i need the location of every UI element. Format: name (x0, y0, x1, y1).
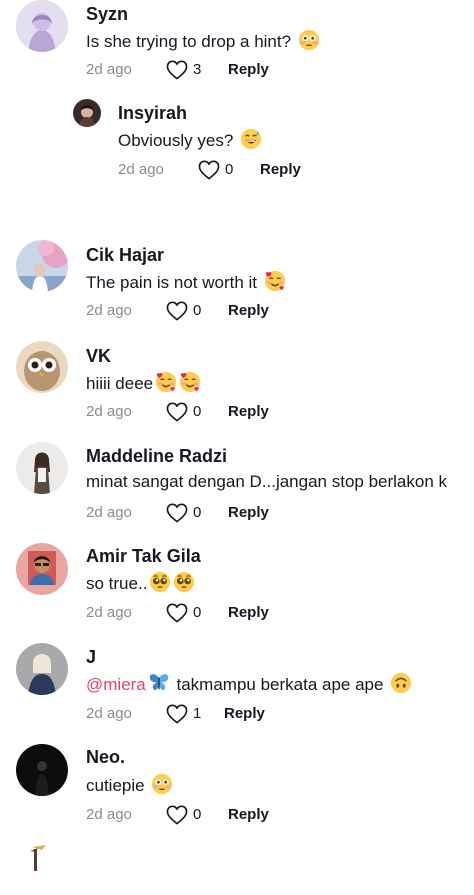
comment-text: Obviously yes? (118, 128, 262, 152)
comment-username[interactable]: Neo. (86, 746, 125, 768)
like-button[interactable]: 0 (166, 401, 210, 423)
heart-outline-icon (166, 60, 188, 80)
reply-button[interactable]: Reply (228, 300, 269, 322)
like-button[interactable]: 0 (198, 159, 242, 181)
avatar[interactable] (16, 442, 68, 494)
comment-body: takmampu berkata ape ape (176, 675, 384, 694)
comment-time: 2d ago (86, 302, 132, 319)
like-button[interactable]: 1 (166, 703, 210, 725)
avatar[interactable] (73, 99, 101, 127)
comment-body: cutiepie (86, 776, 145, 795)
avatar[interactable] (16, 543, 68, 595)
comment-time: 2d ago (86, 61, 132, 78)
reply-button[interactable]: Reply (228, 602, 269, 624)
comment-text: hiiii deee (86, 371, 203, 395)
comment-time: 2d ago (86, 604, 132, 621)
like-button[interactable]: 0 (166, 602, 210, 624)
comment-time: 2d ago (86, 504, 132, 521)
comment-text: @miera takmampu berkata ape ape (86, 672, 412, 696)
comment-username[interactable]: Cik Hajar (86, 244, 164, 266)
like-count: 0 (193, 504, 202, 521)
comment-meta: 2d ago 0 Reply (86, 804, 386, 826)
comment-text: so true.. (86, 571, 197, 595)
pleading-face-emoji (173, 571, 195, 593)
like-button[interactable]: 3 (166, 59, 210, 81)
comment-meta: 2d ago 0 Reply (86, 602, 386, 624)
comment-meta: 2d ago 1 Reply (86, 703, 386, 725)
comment-meta: 2d ago 0 Reply (86, 401, 386, 423)
heart-outline-icon (166, 402, 188, 422)
like-count: 0 (193, 604, 202, 621)
smiling-face-with-hearts-emoji (179, 371, 201, 393)
reply-button[interactable]: Reply (228, 804, 269, 826)
comment-body: Obviously yes? (118, 131, 234, 150)
avatar[interactable] (16, 744, 68, 796)
upside-down-face-emoji (390, 672, 412, 694)
reply-button[interactable]: Reply (228, 59, 269, 81)
heart-outline-icon (198, 160, 220, 180)
heart-outline-icon (166, 805, 188, 825)
flushed-face-emoji (151, 773, 173, 795)
reply-button[interactable]: Reply (228, 502, 269, 524)
mention-link[interactable]: @miera (86, 675, 146, 694)
comment-username[interactable]: Syzn (86, 3, 128, 25)
comment-body: hiiii deee (86, 374, 154, 393)
comment-text: cutiepie (86, 773, 173, 797)
avatar[interactable] (16, 0, 68, 52)
comment-text: Is she trying to drop a hint? (86, 29, 320, 53)
like-button[interactable]: 0 (166, 804, 210, 826)
heart-outline-icon (166, 603, 188, 623)
like-count: 3 (193, 61, 202, 78)
comment-username[interactable]: Amir Tak Gila (86, 545, 201, 567)
smiling-face-with-hearts-emoji (264, 270, 286, 292)
like-count: 0 (193, 403, 202, 420)
heart-outline-icon (166, 301, 188, 321)
comment-username[interactable]: Insyirah (118, 102, 187, 124)
comment-meta: 2d ago 0 Reply (86, 502, 386, 524)
comment-meta: 2d ago 0 Reply (86, 300, 386, 322)
reply-button[interactable]: Reply (228, 401, 269, 423)
like-count: 0 (225, 161, 234, 178)
like-count: 0 (193, 302, 202, 319)
like-button[interactable]: 0 (166, 502, 210, 524)
butterfly-emoji (148, 672, 170, 694)
comment-body: minat sangat dengan D...jangan stop berl… (86, 472, 448, 491)
comment-text: minat sangat dengan D...jangan stop berl… (86, 471, 464, 493)
avatar[interactable] (16, 341, 68, 393)
comment-body: so true.. (86, 574, 148, 593)
comment-body: The pain is not worth it (86, 273, 258, 292)
like-button[interactable]: 0 (166, 300, 210, 322)
avatar[interactable] (16, 643, 68, 695)
grinning-sweat-emoji (240, 128, 262, 150)
like-count: 0 (193, 806, 202, 823)
avatar[interactable] (16, 240, 68, 292)
reply-button[interactable]: Reply (260, 159, 301, 181)
comment-meta: 2d ago 3 Reply (86, 59, 386, 81)
like-count: 1 (193, 705, 202, 722)
comment-time: 2d ago (86, 403, 132, 420)
comment-username[interactable]: Maddeline Radzi (86, 445, 227, 467)
heart-outline-icon (166, 503, 188, 523)
reply-button[interactable]: Reply (224, 703, 265, 725)
comment-time: 2d ago (86, 705, 132, 722)
comment-meta: 2d ago 0 Reply (118, 159, 418, 181)
heart-outline-icon (166, 704, 188, 724)
comment-time: 2d ago (86, 806, 132, 823)
flushed-face-emoji (298, 29, 320, 51)
pleading-face-emoji (149, 571, 171, 593)
comment-username[interactable]: VK (86, 345, 111, 367)
comment-text: The pain is not worth it (86, 270, 286, 294)
comment-username[interactable]: J (86, 646, 96, 668)
comment-body: Is she trying to drop a hint? (86, 32, 292, 51)
smiling-face-with-hearts-emoji (155, 371, 177, 393)
comment-time: 2d ago (118, 161, 164, 178)
avatar[interactable] (16, 843, 68, 895)
